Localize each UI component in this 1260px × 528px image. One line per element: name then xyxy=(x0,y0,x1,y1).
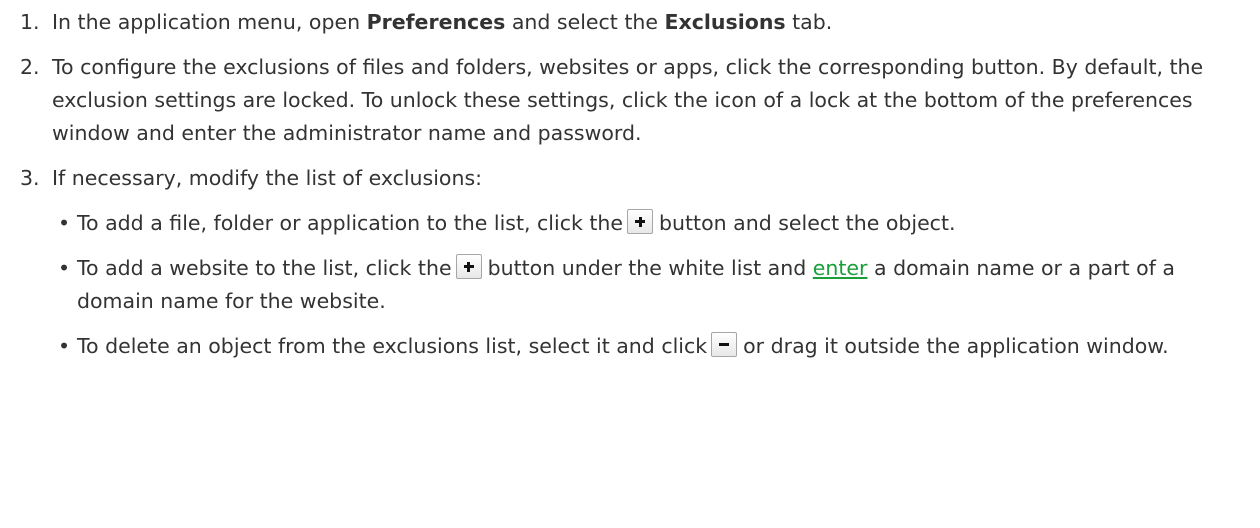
step-text: If necessary, modify the list of exclusi… xyxy=(52,166,483,190)
item-text: button under the white list and xyxy=(487,256,807,280)
step-text: To configure the exclusions of files and… xyxy=(52,55,1204,145)
step-number: 1. xyxy=(20,10,40,34)
instructions-list: 1. In the application menu, open Prefere… xyxy=(0,6,1230,363)
item-text: button and select the object. xyxy=(659,211,956,235)
step-1: 1. In the application menu, open Prefere… xyxy=(20,6,1230,39)
step-text: tab. xyxy=(785,10,833,34)
list-item-add-file: • To add a file, folder or application t… xyxy=(58,207,1230,240)
item-text: or drag it outside the application windo… xyxy=(743,334,1169,358)
bullet-icon: • xyxy=(58,334,71,358)
preferences-label: Preferences xyxy=(366,10,506,34)
list-item-add-website: • To add a website to the list, click th… xyxy=(58,252,1230,318)
plus-button-icon xyxy=(627,209,654,234)
step-text: In the application menu, open xyxy=(52,10,367,34)
step-3: 3. If necessary, modify the list of excl… xyxy=(20,162,1230,363)
step-2: 2. To configure the exclusions of files … xyxy=(20,51,1230,150)
plus-button-icon xyxy=(455,254,482,279)
step-number: 3. xyxy=(20,166,40,190)
enter-link[interactable]: enter xyxy=(813,256,868,280)
item-text: To add a website to the list, click the xyxy=(77,256,452,280)
list-item-delete-object: • To delete an object from the exclusion… xyxy=(58,330,1230,363)
exclusions-label: Exclusions xyxy=(664,10,786,34)
minus-button-icon xyxy=(711,332,738,357)
step-text: and select the xyxy=(505,10,665,34)
step-number: 2. xyxy=(20,55,40,79)
exclusion-actions-list: • To add a file, folder or application t… xyxy=(52,207,1230,363)
document-body: 1. In the application menu, open Prefere… xyxy=(0,6,1260,528)
item-text: To delete an object from the exclusions … xyxy=(77,334,708,358)
item-text: To add a file, folder or application to … xyxy=(77,211,624,235)
bullet-icon: • xyxy=(58,256,71,280)
bullet-icon: • xyxy=(58,211,71,235)
